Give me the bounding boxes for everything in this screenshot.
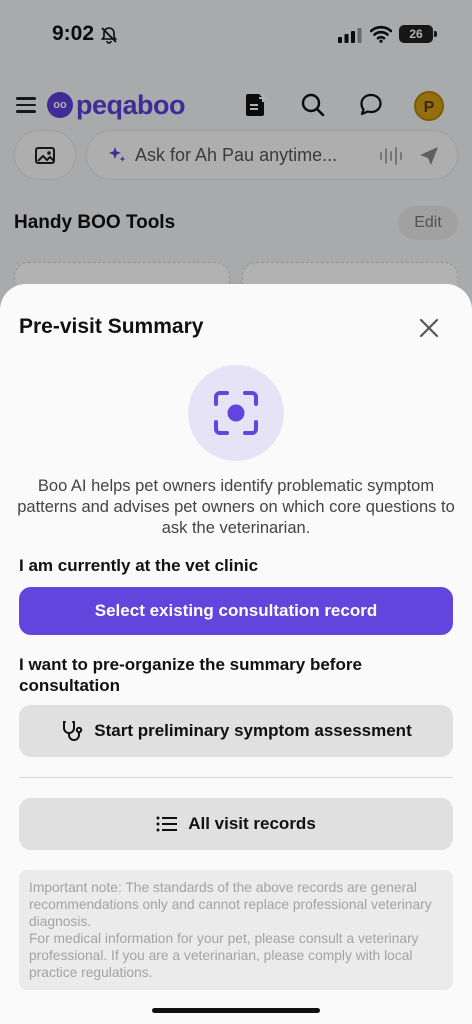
list-icon [156, 816, 178, 832]
sheet-title: Pre-visit Summary [19, 315, 204, 338]
section-label-at-clinic: I am currently at the vet clinic [19, 556, 259, 575]
start-assessment-button[interactable]: Start preliminary symptom assessment [19, 705, 453, 757]
all-visit-records-label: All visit records [188, 814, 316, 833]
divider [19, 777, 453, 778]
disclaimer-note: Important note: The standards of the abo… [19, 870, 453, 990]
sheet-description: Boo AI helps pet owners identify problem… [17, 477, 455, 537]
close-icon[interactable] [416, 315, 442, 341]
section-label-pre-organize: I want to pre-organize the summary befor… [19, 655, 362, 695]
disclaimer-text-2: For medical information for your pet, pl… [29, 931, 419, 980]
select-consultation-record-button[interactable]: Select existing consultation record [19, 587, 453, 635]
pre-visit-summary-sheet: Pre-visit Summary Boo AI helps pet owner… [0, 284, 472, 1024]
stethoscope-icon [63, 721, 83, 741]
all-visit-records-button[interactable]: All visit records [19, 798, 453, 850]
disclaimer-text: Important note: The standards of the abo… [29, 880, 432, 929]
home-indicator [152, 1008, 320, 1013]
focus-scan-icon [214, 391, 258, 435]
start-assessment-label: Start preliminary symptom assessment [94, 721, 412, 740]
hero-badge [188, 365, 284, 461]
